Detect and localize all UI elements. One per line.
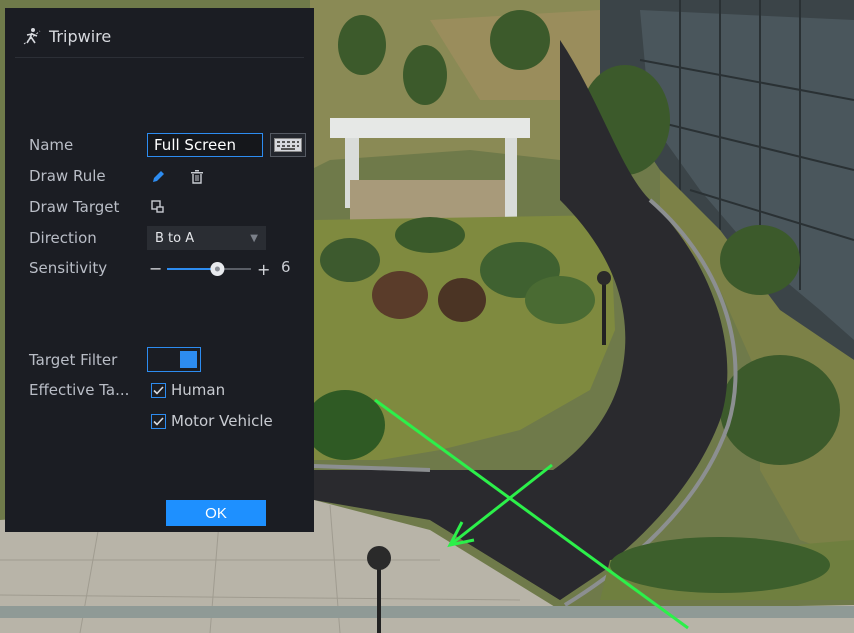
pencil-icon: [153, 171, 164, 182]
motor-vehicle-label: Motor Vehicle: [171, 412, 273, 430]
tripwire-person-icon: [23, 28, 41, 45]
ok-button[interactable]: OK: [166, 500, 266, 526]
effective-target-label: Effective Ta...: [29, 381, 130, 399]
direction-label: Direction: [29, 229, 97, 247]
motor-vehicle-checkbox[interactable]: [151, 413, 166, 429]
motor-vehicle-checkbox-row[interactable]: Motor Vehicle: [151, 412, 273, 430]
keyboard-icon: [274, 138, 302, 152]
draw-rule-label: Draw Rule: [29, 167, 106, 185]
target-filter-label: Target Filter: [29, 351, 118, 369]
keyboard-button[interactable]: [270, 133, 306, 157]
sensitivity-slider[interactable]: − +: [149, 260, 269, 278]
sensitivity-plus[interactable]: +: [257, 260, 269, 278]
direction-select[interactable]: B to A ▼: [147, 226, 266, 250]
name-label: Name: [29, 136, 74, 154]
human-label: Human: [171, 381, 226, 399]
sensitivity-minus[interactable]: −: [149, 260, 162, 278]
name-input[interactable]: Full Screen: [147, 133, 263, 157]
tripwire-panel: Tripwire Name Full Screen Draw Rule Draw…: [5, 8, 314, 532]
human-checkbox-row[interactable]: Human: [151, 381, 225, 399]
draw-rule-button[interactable]: [149, 168, 167, 186]
check-icon: [153, 416, 164, 426]
draw-target-label: Draw Target: [29, 198, 120, 216]
human-checkbox[interactable]: [151, 382, 166, 398]
target-filter-toggle[interactable]: [147, 347, 201, 372]
title-divider: [15, 57, 304, 58]
draw-target-icon: [151, 200, 164, 213]
direction-select-value: B to A: [155, 230, 195, 246]
name-input-value: Full Screen: [154, 136, 236, 154]
trash-icon: [191, 170, 203, 184]
delete-rule-button[interactable]: [188, 168, 206, 186]
panel-title-text: Tripwire: [49, 26, 112, 46]
check-icon: [153, 385, 164, 395]
panel-title: Tripwire: [23, 24, 111, 48]
toggle-knob: [180, 351, 197, 368]
sensitivity-label: Sensitivity: [29, 259, 108, 277]
chevron-down-icon: ▼: [250, 232, 258, 244]
sensitivity-value: 6: [281, 258, 291, 276]
live-view: Tripwire Name Full Screen Draw Rule Draw…: [0, 0, 854, 633]
draw-target-button[interactable]: [149, 198, 167, 216]
